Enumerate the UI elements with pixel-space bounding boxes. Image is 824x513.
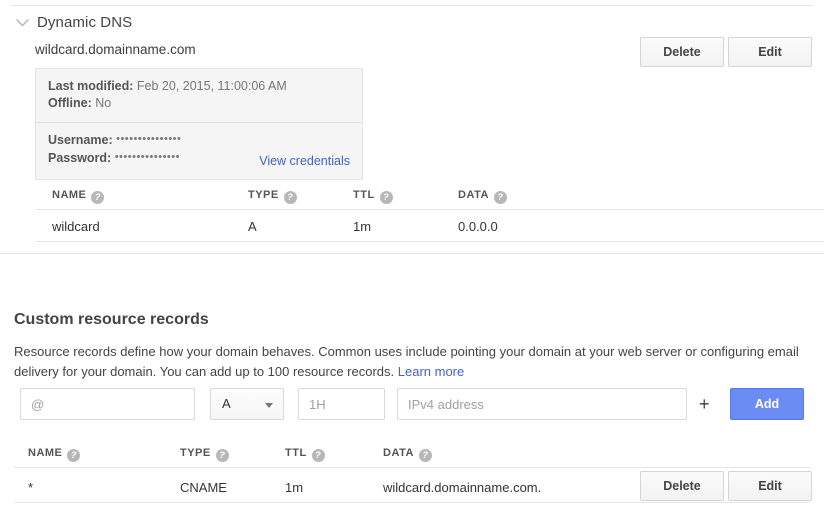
chevron-down-icon[interactable] (16, 19, 29, 27)
record-name-input[interactable] (20, 388, 195, 420)
last-modified-label: Last modified: (48, 79, 134, 93)
help-icon[interactable]: ? (283, 191, 297, 204)
dynamic-dns-section: Dynamic DNS wildcard.domainname.com Dele… (0, 5, 824, 242)
add-record-button[interactable]: Add (730, 388, 804, 420)
dynamic-dns-credentials-card: Last modified: Feb 20, 2015, 11:00:06 AM… (35, 68, 363, 180)
cell-ttl: 1m (353, 219, 372, 234)
help-icon[interactable]: ? (418, 449, 432, 462)
column-header-data: DATA? (458, 189, 507, 204)
credentials-secret-block: Username: ••••••••••••••• Password: ••••… (36, 122, 362, 179)
column-header-type: TYPE? (180, 447, 229, 462)
table-row: * CNAME 1m wildcard.domainname.com. Dele… (0, 468, 824, 503)
dynamic-dns-header: Dynamic DNS wildcard.domainname.com (0, 5, 824, 57)
username-label: Username: (48, 133, 113, 147)
column-header-data-label: DATA (458, 189, 489, 201)
cell-name: wildcard (52, 219, 100, 234)
view-credentials-link[interactable]: View credentials (259, 154, 350, 168)
offline-value: No (95, 96, 112, 110)
help-icon[interactable]: ? (311, 449, 325, 462)
record-ttl-input[interactable] (298, 388, 385, 420)
last-modified-value: Feb 20, 2015, 11:00:06 AM (136, 79, 287, 93)
table-row: wildcard A 1m 0.0.0.0 (0, 210, 824, 241)
help-icon[interactable]: ? (67, 449, 81, 462)
cell-ttl: 1m (285, 480, 304, 495)
dynamic-dns-domain: wildcard.domainname.com (35, 42, 196, 57)
column-header-type-label: TYPE (248, 189, 279, 201)
dynamic-dns-records-table: NAME? TYPE? TTL? DATA? wildcard A 1m 0.0… (0, 183, 824, 242)
cell-name: * (28, 480, 34, 495)
caret-down-icon (265, 403, 273, 408)
dynamic-dns-edit-button[interactable]: Edit (728, 37, 812, 67)
column-header-name: NAME? (28, 447, 81, 462)
learn-more-link[interactable]: Learn more (398, 364, 464, 379)
table-header-row: NAME? TYPE? TTL? DATA? (0, 183, 824, 209)
plus-icon[interactable]: + (699, 394, 710, 414)
column-header-type-label: TYPE (180, 447, 211, 459)
table-row-divider (14, 502, 810, 503)
dynamic-dns-delete-button[interactable]: Delete (640, 37, 724, 67)
column-header-name-label: NAME (52, 189, 87, 201)
cell-type: A (248, 219, 257, 234)
cell-data: 0.0.0.0 (458, 219, 498, 234)
help-icon[interactable]: ? (91, 191, 105, 204)
record-type-selected-value: A (222, 396, 231, 411)
password-label: Password: (48, 151, 112, 165)
section-divider (0, 253, 824, 254)
password-masked-value: ••••••••••••••• (114, 151, 180, 163)
table-row-divider (35, 241, 824, 242)
username-row: Username: ••••••••••••••• (48, 132, 350, 150)
column-header-name: NAME? (52, 189, 105, 204)
help-icon[interactable]: ? (215, 449, 229, 462)
table-header-row: NAME? TYPE? TTL? DATA? (0, 442, 824, 467)
column-header-data-label: DATA (383, 447, 414, 459)
help-icon[interactable]: ? (493, 191, 507, 204)
custom-records-table: NAME? TYPE? TTL? DATA? * CNAME 1m wildca… (0, 442, 824, 503)
record-type-select[interactable]: A (210, 388, 284, 420)
add-record-form: A + Add (0, 388, 824, 422)
custom-records-description: Resource records define how your domain … (14, 342, 804, 382)
column-header-ttl: TTL? (353, 189, 393, 204)
offline-row: Offline: No (48, 95, 350, 112)
column-header-name-label: NAME (28, 447, 63, 459)
credentials-meta-block: Last modified: Feb 20, 2015, 11:00:06 AM… (36, 69, 362, 122)
column-header-ttl-label: TTL (285, 447, 307, 459)
last-modified-row: Last modified: Feb 20, 2015, 11:00:06 AM (48, 78, 350, 95)
cell-type: CNAME (180, 480, 227, 495)
record-edit-button[interactable]: Edit (728, 471, 812, 501)
column-header-ttl: TTL? (285, 447, 325, 462)
username-masked-value: ••••••••••••••• (116, 133, 182, 145)
help-icon[interactable]: ? (379, 191, 393, 204)
record-delete-button[interactable]: Delete (640, 471, 724, 501)
offline-label: Offline: (48, 96, 92, 110)
record-data-input[interactable] (397, 388, 687, 420)
cell-data: wildcard.domainname.com. (383, 480, 542, 495)
page-title: Dynamic DNS (37, 14, 133, 31)
column-header-data: DATA? (383, 447, 432, 462)
custom-records-title: Custom resource records (14, 311, 209, 329)
column-header-type: TYPE? (248, 189, 297, 204)
column-header-ttl-label: TTL (353, 189, 375, 201)
